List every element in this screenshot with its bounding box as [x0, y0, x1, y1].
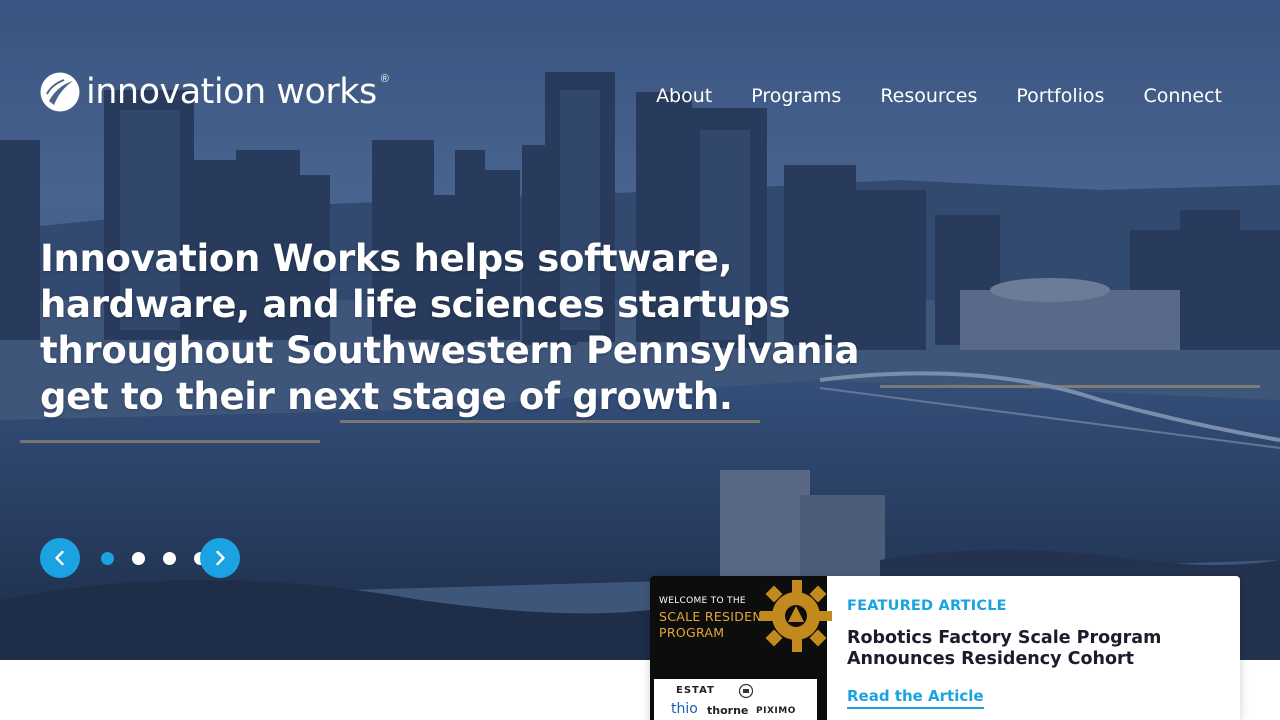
brand-name: innovation works: [86, 72, 377, 112]
nav-item-connect[interactable]: Connect: [1143, 84, 1222, 108]
thumbnail-small-text: WELCOME TO THE: [659, 596, 746, 606]
sponsor-estat: ESTAT: [676, 685, 715, 696]
featured-article-card[interactable]: WELCOME TO THE SCALE RESIDENCY PROGRAM E…: [650, 576, 1240, 720]
nav-item-resources[interactable]: Resources: [880, 84, 977, 108]
read-article-link[interactable]: Read the Article: [847, 687, 984, 709]
sponsor-robot-icon: [738, 683, 754, 699]
brand-logo[interactable]: innovation works ®: [40, 72, 391, 112]
thumbnail-banner: WELCOME TO THE SCALE RESIDENCY PROGRAM: [650, 576, 832, 676]
article-body: FEATURED ARTICLE Robotics Factory Scale …: [847, 596, 1217, 709]
thumbnail-title-line2: PROGRAM: [659, 625, 725, 640]
sponsor-thorne: thorne: [707, 704, 749, 717]
slider-dot-3[interactable]: [163, 552, 176, 565]
sponsor-logos: ESTAT thio thorne PIXIMO: [654, 679, 817, 720]
sponsor-piximo: PIXIMO: [756, 706, 796, 716]
article-thumbnail: WELCOME TO THE SCALE RESIDENCY PROGRAM E…: [650, 576, 832, 720]
hero-banner: innovation works ® About Programs Resour…: [0, 0, 1280, 660]
article-title[interactable]: Robotics Factory Scale Program Announces…: [847, 628, 1217, 670]
featured-article-label: FEATURED ARTICLE: [847, 598, 1007, 614]
slider-prev-button[interactable]: [40, 538, 80, 578]
slider-dot-2[interactable]: [132, 552, 145, 565]
nav-item-about[interactable]: About: [656, 84, 712, 108]
nav-item-programs[interactable]: Programs: [751, 84, 841, 108]
slider-controls: [40, 538, 240, 578]
chevron-left-icon: [55, 550, 64, 566]
slider-next-button[interactable]: [200, 538, 240, 578]
sponsor-thio: thio: [671, 701, 698, 717]
nav-item-portfolios[interactable]: Portfolios: [1016, 84, 1104, 108]
chevron-right-icon: [216, 550, 225, 566]
registered-mark: ®: [380, 73, 389, 85]
logo-mark-icon: [40, 72, 80, 112]
hero-headline: Innovation Works helps software, hardwar…: [40, 237, 860, 418]
gear-icon: [760, 580, 832, 652]
slider-dot-1[interactable]: [101, 552, 114, 565]
main-nav: About Programs Resources Portfolios Conn…: [656, 84, 1222, 108]
